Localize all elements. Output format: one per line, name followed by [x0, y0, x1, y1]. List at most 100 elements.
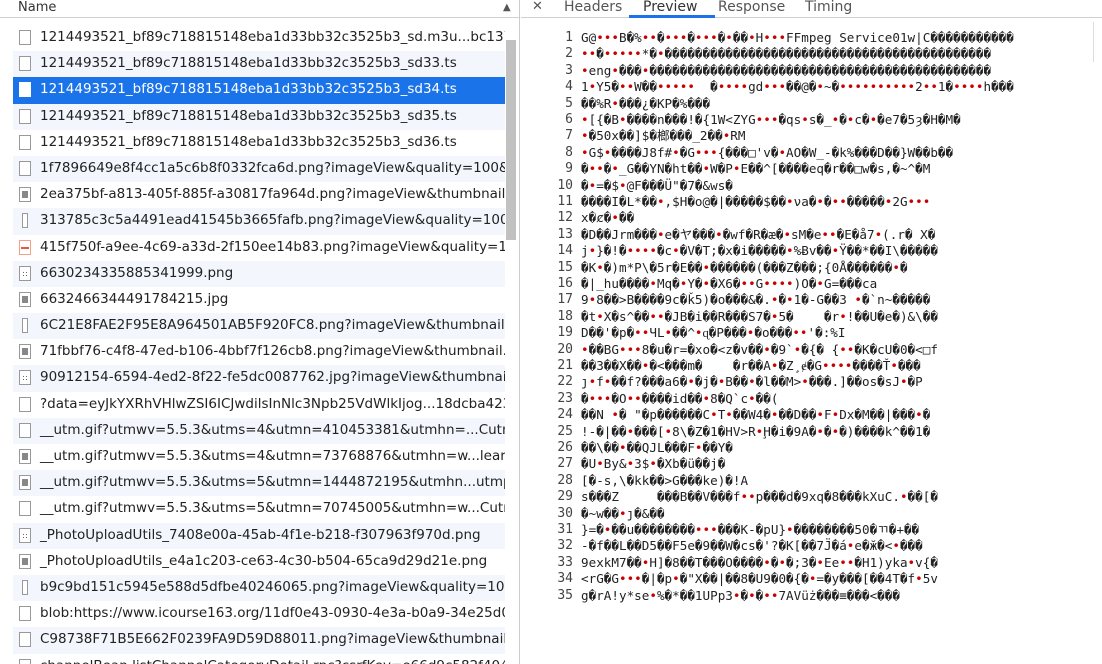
request-row[interactable]: __utm.gif?utmwv=5.5.3&utms=5&utmn=144487… [13, 470, 505, 497]
media-file-icon [19, 239, 31, 255]
request-row[interactable]: _PhotoUploadUtils_7408e00a-45ab-4f1e-b21… [13, 522, 505, 549]
tab-response[interactable]: Response [718, 0, 785, 15]
line-number: 32 [557, 538, 573, 554]
image-file-icon [19, 187, 31, 203]
line-number: 35 [557, 587, 573, 603]
preview-line: <rG�G•••�|�p•�"X��|��8�U9�0�{�•=�y���[��… [581, 571, 938, 587]
preview-line: ����I�L*��•,$H�o@�|�����$��•νa�•�••�����… [581, 194, 931, 209]
request-row[interactable]: channelBean.listChannelCategoryDetail.rp… [13, 654, 505, 664]
image-file-icon [19, 344, 31, 360]
document-file-icon [19, 658, 31, 664]
image-file-icon [19, 291, 31, 307]
request-name: 2ea375bf-a813-405f-885f-a30817fa964d.png… [40, 186, 505, 203]
preview-line: g�rA!y*se•%�*��1UPp3•�•�••7AVüż���≡���<�… [581, 587, 900, 603]
line-number: 31 [557, 522, 573, 537]
line-number: 1 [565, 30, 573, 45]
request-name: 1214493521_bf89c718815148eba1d33bb32c352… [40, 81, 457, 98]
preview-line: ��N •� "�p������C•T•��W4�•��D��•F•Dx�M��… [581, 407, 931, 423]
document-file-icon [19, 82, 31, 98]
document-file-icon [19, 527, 31, 543]
preview-viewer: 1 2 3 4 5 6 7 8 9 10 11 12 13 14 15 16 17 18 19 20 21 22 23 24 2… [521, 22, 1102, 664]
line-number: 15 [557, 259, 573, 275]
request-name: b9c9bd151c5945e588d5dfbe40246065.png?ima… [40, 578, 505, 595]
tab-headers[interactable]: Headers [564, 0, 622, 15]
request-row[interactable]: 1214493521_bf89c718815148eba1d33bb32c352… [13, 25, 505, 51]
sort-ascending-icon[interactable]: ▲ [503, 2, 511, 13]
image-file-icon [19, 475, 31, 491]
line-number: 7 [565, 128, 573, 144]
request-row[interactable]: 90912154-6594-4ed2-8f22-fe5dc0087762.jpg… [13, 365, 505, 392]
request-name: 6632466344491784215.jpg [40, 290, 229, 307]
line-number: 9 [565, 161, 573, 177]
request-row[interactable]: blob:https://www.icourse163.org/11df0e43… [13, 601, 505, 627]
request-detail-panel: ✕ Headers Preview Response Timing 123456… [521, 0, 1102, 664]
line-number: 30 [557, 505, 573, 521]
request-row[interactable]: C98738F71B5E662F0239FA9D59D88011.png?ima… [13, 627, 505, 654]
request-name: 415f750f-a9ee-4c69-a33d-2f150ee14b83.png… [40, 238, 505, 255]
line-number: 21 [557, 358, 573, 373]
line-number: 34 [557, 571, 573, 587]
request-name: __utm.gif?utmwv=5.5.3&utms=4&utmn=737688… [40, 448, 505, 464]
request-row[interactable]: b9c9bd151c5945e588d5dfbe40246065.png?ima… [13, 574, 505, 602]
preview-line: �••�•_G��YN�ht��•W�P•E��^[����eq�r��□w�s… [581, 161, 931, 177]
preview-line: G@•••B�%••�•••�•••�•��•H•••FFmpeg Servic… [581, 30, 1014, 45]
close-detail-icon[interactable]: ✕ [532, 0, 543, 14]
preview-line: j•}�!�••••�c•�V�T;�x�i�����•%Ƀv��•Ÿ��*��… [581, 243, 938, 259]
request-row[interactable]: 2ea375bf-a813-405f-885f-a30817fa964d.png… [13, 182, 505, 208]
request-row[interactable]: __utm.gif?utmwv=5.5.3&utms=5&utmn=707450… [13, 496, 505, 522]
detail-tabs: ✕ Headers Preview Response Timing [521, 0, 1102, 18]
request-row[interactable]: ?data=eyJkYXRhVHlwZSI6ICJwdilsInNlc3Npb2… [13, 392, 505, 418]
document-file-icon [22, 318, 28, 334]
line-number: 27 [557, 456, 573, 472]
preview-line: x�ȼ�•�� [581, 210, 635, 226]
line-number: 20 [557, 341, 573, 357]
preview-line: -�f��L��D5��F5e�9��W�cs�'?�K[��7J̈�á•e�ӂ… [581, 538, 923, 554]
request-row[interactable]: 415f750f-a9ee-4c69-a33d-2f150ee14b83.png… [13, 235, 505, 261]
request-row[interactable]: 6630234335885341999.png [13, 260, 505, 287]
tab-timing[interactable]: Timing [805, 0, 852, 15]
preview-line: D��'�p�••ЧL•��^•ɋ�P���•�o���••'�:%I [581, 325, 846, 341]
request-row[interactable]: 1f7896649e8f4cc1a5c6b8f0332fca6d.png?ima… [13, 155, 505, 183]
preview-line: �|_hu����•Mq�•Y�•�X6�••G••••)O�•G=���ca [581, 276, 878, 291]
request-row[interactable]: __utm.gif?utmwv=5.5.3&utms=4&utmn=737688… [13, 444, 505, 470]
request-row[interactable]: _PhotoUploadUtils_e4a1c203-ce63-4c30-b50… [13, 549, 505, 575]
request-name: 6630234335885341999.png [40, 264, 234, 281]
preview-line: ��%R•���¿�KP�%��� [581, 95, 711, 111]
line-number: 2 [565, 46, 573, 62]
name-column-header[interactable]: Name ▲ [0, 0, 519, 18]
preview-line: ��3��X��•�<���m� �r��A•�Z¸ɇ�G••••����Ť•�… [581, 358, 921, 373]
request-row[interactable]: 1214493521_bf89c718815148eba1d33bb32c352… [13, 103, 505, 130]
preview-line: 1•Y5�••W��••••• �••••gd•••��@�•~�•••••••… [581, 79, 1014, 95]
line-number: 16 [557, 276, 573, 291]
document-file-icon [19, 606, 31, 622]
request-row[interactable]: 1214493521_bf89c718815148eba1d33bb32c352… [13, 130, 505, 156]
request-list: 1214493521_bf89c718815148eba1d33bb32c352… [13, 25, 505, 664]
line-number: 12 [557, 210, 573, 226]
line-number: 3 [565, 62, 573, 78]
request-row[interactable]: 313785c3c5a4491ead41545b3665fafb.png?ima… [13, 208, 505, 235]
preview-scrollbar[interactable] [1093, 22, 1102, 62]
request-row[interactable]: __utm.gif?utmwv=5.5.3&utms=4&utmn=410453… [13, 417, 505, 444]
request-name: 6C21E8FAE2F95E8A964501AB5F920FC8.png?ima… [40, 317, 505, 334]
request-name: __utm.gif?utmwv=5.5.3&utms=4&utmn=410453… [40, 421, 505, 438]
request-name: 1214493521_bf89c718815148eba1d33bb32c352… [40, 133, 457, 150]
line-number: 24 [557, 407, 573, 423]
line-number: 33 [557, 554, 573, 570]
request-row[interactable]: 71fbbf76-c4f8-47ed-b106-4bbf7f126cb8.png… [13, 339, 505, 365]
request-name: 71fbbf76-c4f8-47ed-b106-4bbf7f126cb8.png… [40, 343, 505, 360]
request-row[interactable]: 6C21E8FAE2F95E8A964501AB5F920FC8.png?ima… [13, 313, 505, 340]
tab-preview[interactable]: Preview [643, 0, 698, 15]
line-number: 26 [557, 440, 573, 455]
request-row[interactable]: 6632466344491784215.jpg [13, 287, 505, 313]
line-number: 14 [557, 243, 573, 259]
preview-line: •G$•����J8f#•�G•••{���□'v�•AO�W_-�k%���D… [581, 144, 954, 160]
request-name: __utm.gif?utmwv=5.5.3&utms=5&utmn=144487… [40, 474, 505, 491]
preview-line: •[{�B•����n���!�{1W<ZYG•••�qs•s�_•�•c�•�… [581, 112, 961, 127]
request-name: 1214493521_bf89c718815148eba1d33bb32c352… [40, 55, 457, 72]
request-row[interactable]: 1214493521_bf89c718815148eba1d33bb32c352… [13, 77, 505, 104]
request-list-scrollbar[interactable] [506, 40, 516, 240]
line-number: 28 [557, 472, 573, 488]
preview-line: [�-s,\�kk��>G���ke)�!A [581, 472, 749, 488]
request-row[interactable]: 1214493521_bf89c718815148eba1d33bb32c352… [13, 51, 505, 78]
request-name: 1f7896649e8f4cc1a5c6b8f0332fca6d.png?ima… [40, 159, 505, 176]
